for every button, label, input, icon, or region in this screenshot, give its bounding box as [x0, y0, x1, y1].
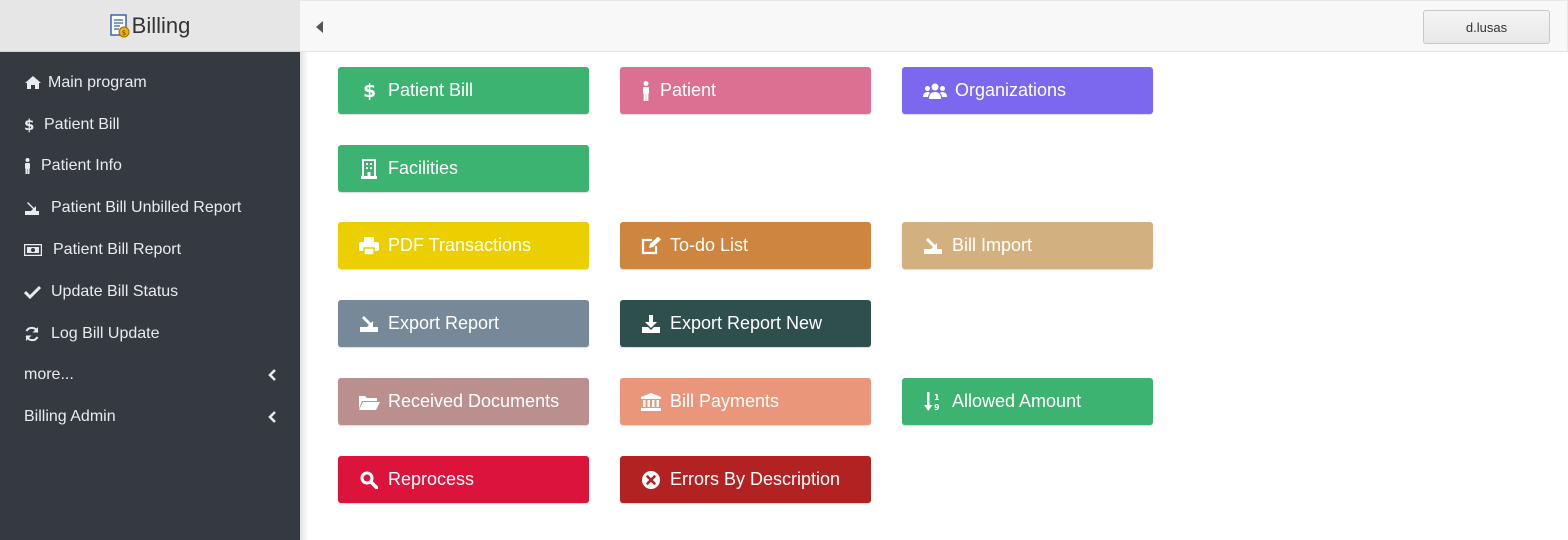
billing-logo-icon: $	[109, 13, 130, 38]
tile-label: Bill Payments	[670, 391, 780, 411]
person-icon	[24, 158, 37, 175]
svg-text:$: $	[363, 81, 375, 101]
tile-label: To-do List	[670, 235, 749, 255]
tile-patient-bill[interactable]: $ Patient Bill	[338, 67, 589, 114]
tile-bill-payments[interactable]: Bill Payments	[620, 378, 871, 425]
search-icon	[358, 470, 380, 490]
folder-open-icon	[358, 392, 380, 412]
sidebar-item-label: more...	[24, 366, 74, 384]
print-icon	[358, 236, 380, 256]
tile-facilities[interactable]: Facilities	[338, 145, 589, 192]
sort-numeric-icon: 19	[922, 391, 944, 412]
check-icon	[24, 285, 47, 299]
sidebar-nav: Main program $ Patient Bill Patient Info…	[0, 52, 300, 438]
tile-bill-import[interactable]: Bill Import	[902, 222, 1153, 269]
chevron-left-icon	[268, 369, 276, 382]
sidebar-item-log-bill-update[interactable]: Log Bill Update	[0, 313, 300, 355]
tile-label: Reprocess	[388, 469, 475, 489]
person-icon	[640, 80, 652, 101]
tile-label: Allowed Amount	[952, 391, 1082, 411]
tile-label: PDF Transactions	[388, 235, 532, 255]
sidebar-item-label: Log Bill Update	[51, 324, 160, 342]
tile-label: Patient	[660, 80, 717, 100]
sidebar-item-label: Patient Bill	[44, 115, 120, 133]
user-menu-button[interactable]: d.lusas	[1423, 10, 1550, 44]
download-icon	[640, 314, 662, 334]
dollar-icon: $	[24, 117, 40, 133]
chevron-left-icon	[268, 411, 276, 424]
tile-patient[interactable]: Patient	[620, 67, 871, 114]
sidebar-item-more[interactable]: more...	[0, 355, 300, 397]
tile-label: Facilities	[388, 158, 459, 178]
tile-label: Export Report	[388, 313, 500, 333]
tile-organizations[interactable]: Organizations	[902, 67, 1153, 114]
sidebar-item-label: Patient Bill Unbilled Report	[51, 199, 242, 217]
sidebar-item-main-program[interactable]: Main program	[0, 62, 300, 104]
tile-label: Bill Import	[952, 235, 1033, 255]
sidebar-shadow	[300, 52, 308, 540]
svg-text:$: $	[24, 117, 34, 133]
sidebar-item-patient-info[interactable]: Patient Info	[0, 146, 300, 188]
sidebar-item-label: Patient Bill Report	[53, 241, 182, 259]
sidebar-item-bill-report[interactable]: Patient Bill Report	[0, 229, 300, 271]
tile-errors-by-description[interactable]: Errors By Description	[620, 456, 871, 503]
tile-reprocess[interactable]: Reprocess	[338, 456, 589, 503]
tile-label: Errors By Description	[670, 469, 841, 489]
sidebar-item-label: Patient Info	[41, 157, 122, 175]
svg-text:$: $	[121, 29, 125, 37]
tile-pdf-transactions[interactable]: PDF Transactions	[338, 222, 589, 269]
refresh-icon	[24, 326, 47, 342]
top-bar: d.lusas	[300, 0, 1568, 52]
times-circle-icon	[640, 470, 662, 490]
import-icon	[922, 236, 944, 256]
brand[interactable]: $ Billing	[0, 0, 300, 52]
building-icon	[358, 158, 380, 179]
home-icon	[24, 75, 44, 90]
tile-allowed-amount[interactable]: 19 Allowed Amount	[902, 378, 1153, 425]
export-icon	[358, 314, 380, 334]
money-bill-icon	[24, 244, 49, 257]
tile-todo-list[interactable]: To-do List	[620, 222, 871, 269]
tile-label: Organizations	[955, 80, 1067, 100]
sidebar: $ Billing Main program $ Patient Bill Pa…	[0, 0, 300, 540]
tile-label: Received Documents	[388, 391, 560, 411]
sidebar-item-label: Update Bill Status	[51, 282, 179, 300]
sidebar-item-patient-bill[interactable]: $ Patient Bill	[0, 104, 300, 146]
svg-text:9: 9	[934, 403, 940, 412]
sidebar-item-label: Main program	[48, 73, 147, 91]
tile-export-report[interactable]: Export Report	[338, 300, 589, 347]
sidebar-item-unbilled-report[interactable]: Patient Bill Unbilled Report	[0, 187, 300, 229]
tile-label: Patient Bill	[388, 80, 474, 100]
sidebar-item-billing-admin[interactable]: Billing Admin	[0, 396, 300, 438]
svg-text:1: 1	[934, 393, 940, 402]
sidebar-item-label: Billing Admin	[24, 408, 116, 426]
tile-received-documents[interactable]: Received Documents	[338, 378, 589, 425]
sidebar-item-update-bill-status[interactable]: Update Bill Status	[0, 271, 300, 313]
users-icon	[922, 81, 947, 101]
dollar-icon: $	[358, 81, 380, 101]
bank-icon	[640, 392, 662, 412]
tile-export-report-new[interactable]: Export Report New	[620, 300, 871, 347]
tile-label: Export Report New	[670, 313, 823, 333]
edit-icon	[640, 236, 662, 256]
export-icon	[24, 200, 47, 216]
app-title: Billing	[131, 12, 191, 38]
sidebar-toggle-icon[interactable]	[316, 19, 328, 35]
